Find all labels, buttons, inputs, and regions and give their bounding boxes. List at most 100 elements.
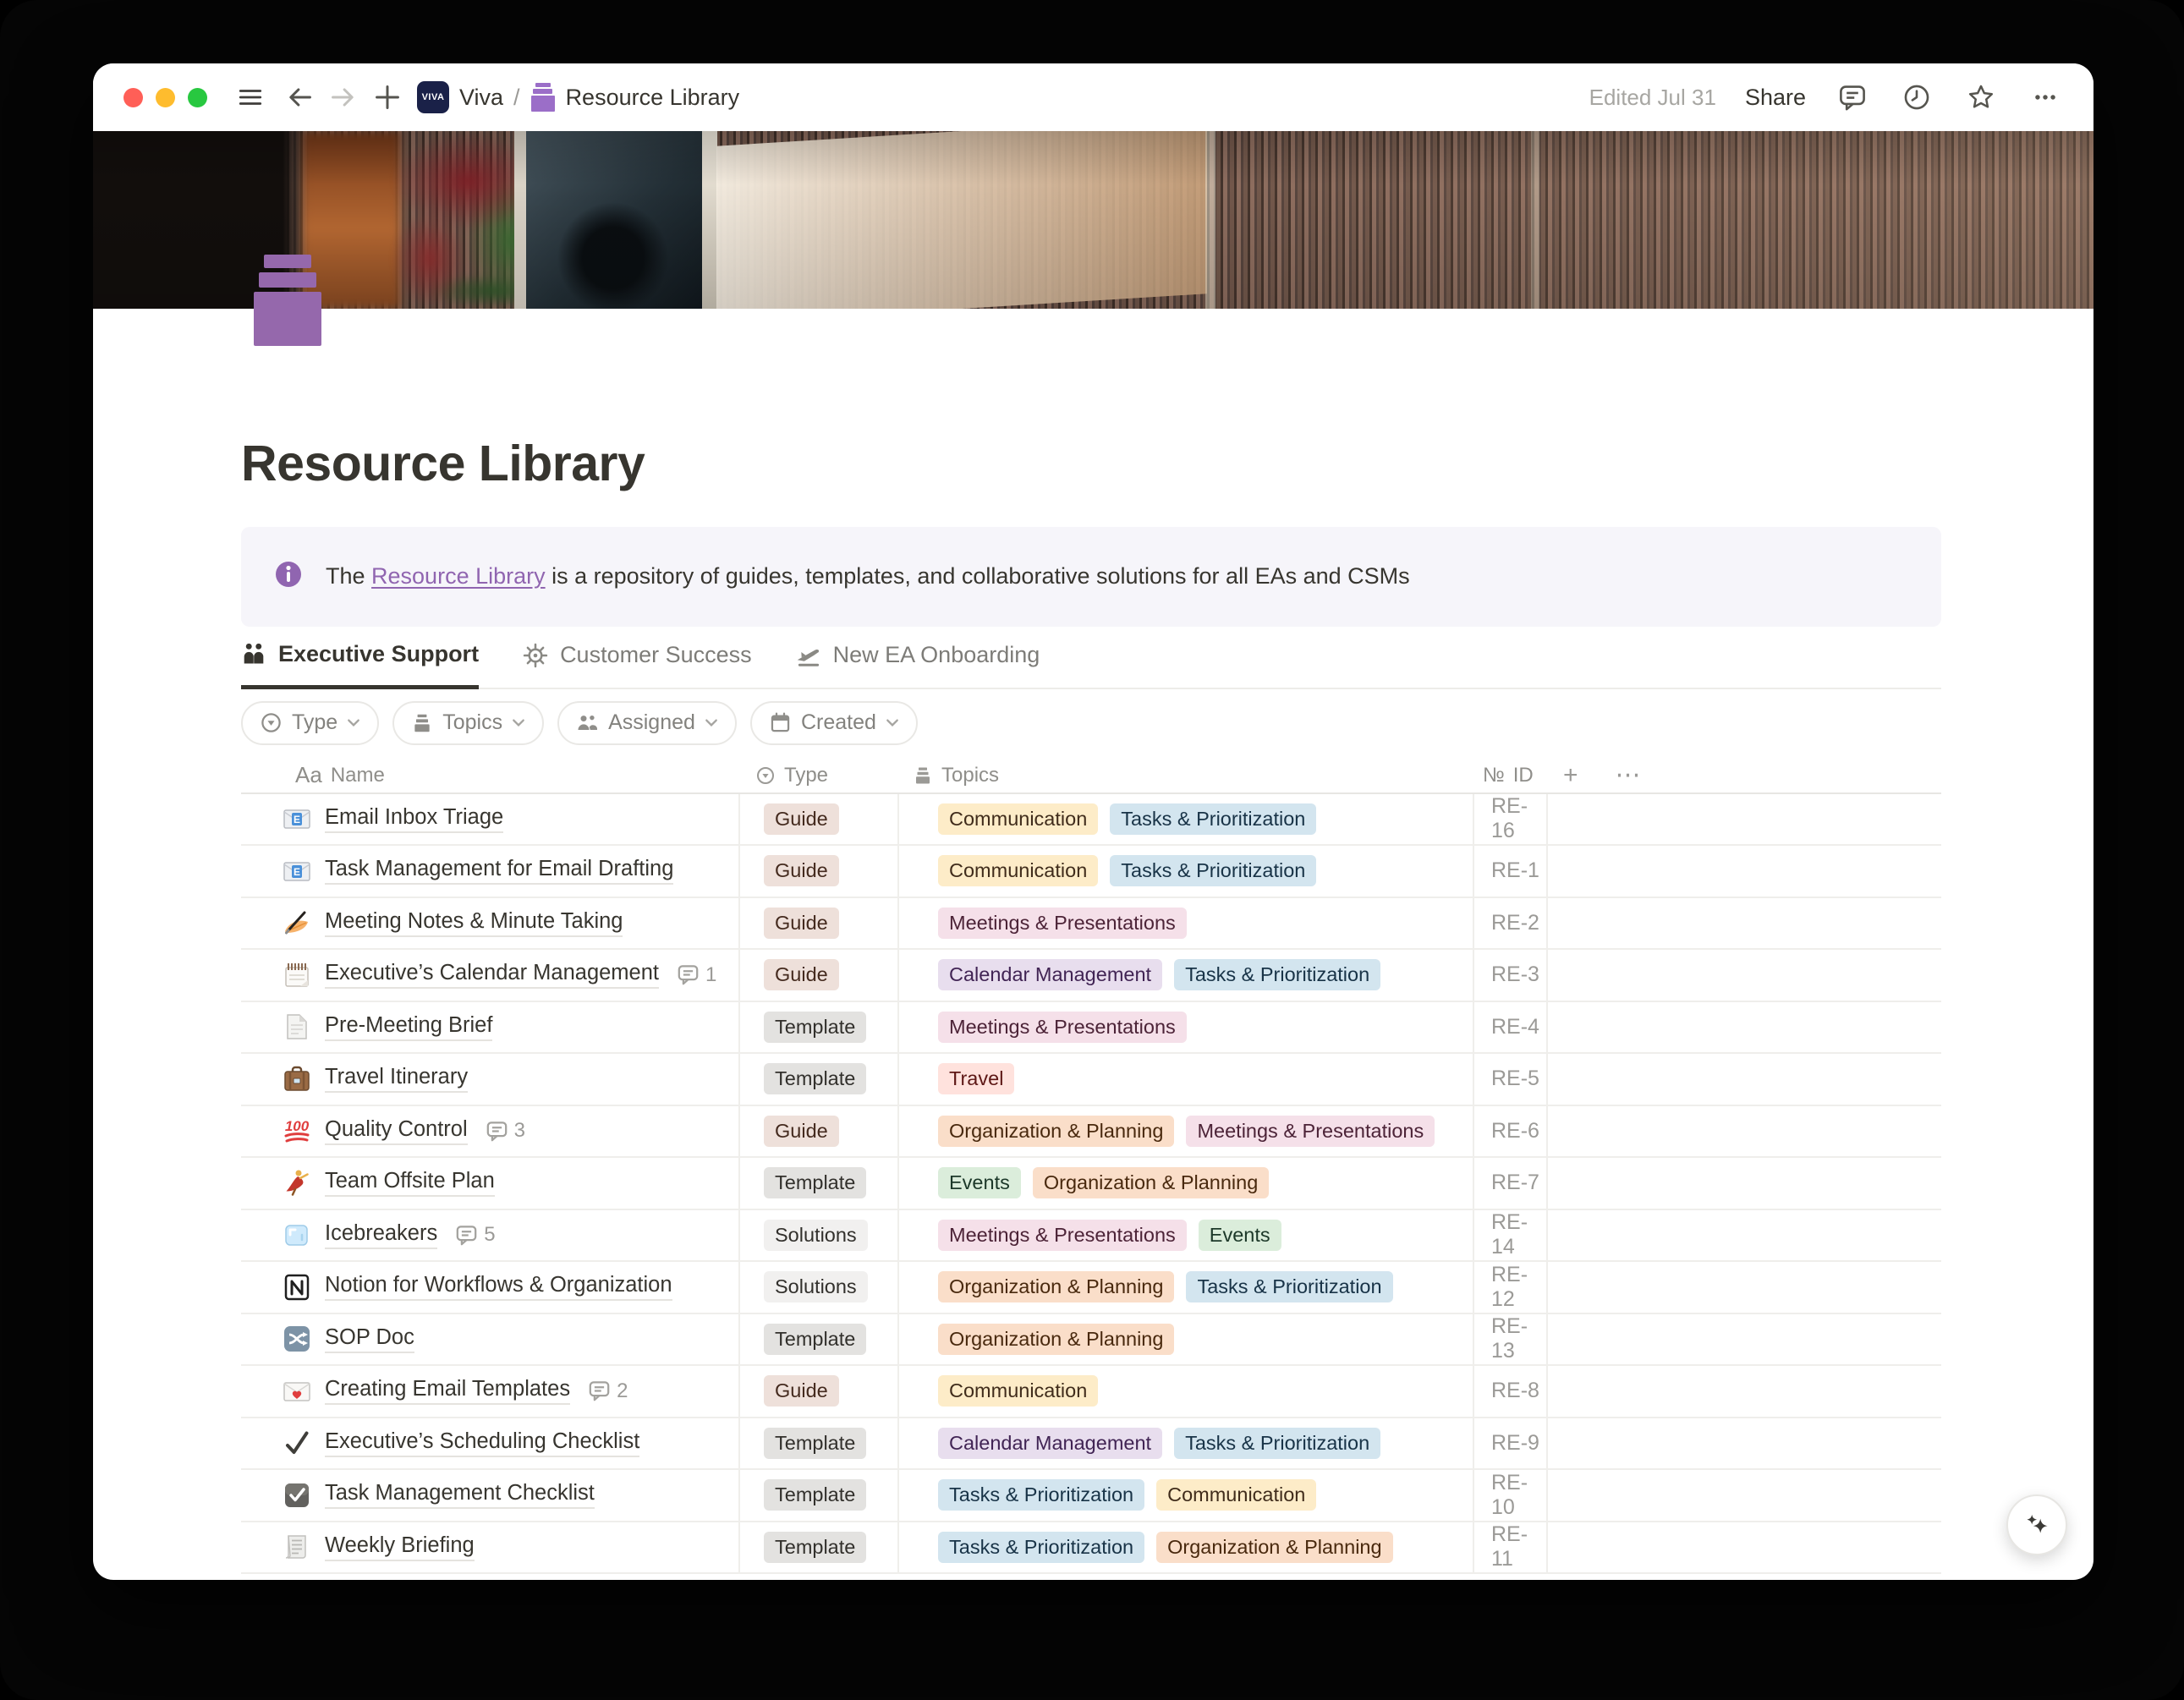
favorite-star-icon[interactable] <box>1963 80 1999 115</box>
column-header-topics[interactable]: Topics <box>899 764 1474 787</box>
type-badge[interactable]: Template <box>764 1012 866 1043</box>
table-row[interactable]: Pre-Meeting Brief Template Meetings & Pr… <box>241 1002 1941 1055</box>
topic-chip[interactable]: Meetings & Presentations <box>938 1220 1187 1251</box>
topic-chip[interactable]: Calendar Management <box>938 1428 1162 1459</box>
zoom-window-button[interactable] <box>188 88 207 107</box>
type-badge[interactable]: Template <box>764 1324 866 1355</box>
page-icon-archive[interactable] <box>254 255 321 346</box>
table-row[interactable]: Team Offsite Plan Template Events Organi… <box>241 1158 1941 1210</box>
topic-chip[interactable]: Tasks & Prioritization <box>1174 1428 1380 1459</box>
table-row[interactable]: E Email Inbox Triage Guide Communication… <box>241 794 1941 847</box>
topic-chip[interactable]: Communication <box>938 803 1098 835</box>
comment-count[interactable]: 2 <box>588 1379 628 1403</box>
page-link[interactable]: Task Management Checklist <box>325 1481 595 1509</box>
type-badge[interactable]: Template <box>764 1167 866 1198</box>
page-link[interactable]: SOP Doc <box>325 1325 414 1353</box>
topic-chip[interactable]: Travel <box>938 1063 1014 1094</box>
type-badge[interactable]: Guide <box>764 1116 839 1147</box>
table-more-button[interactable]: ⋯ <box>1616 760 1641 790</box>
topic-chip[interactable]: Organization & Planning <box>938 1116 1174 1147</box>
column-header-type[interactable]: Type <box>740 764 899 787</box>
type-badge[interactable]: Guide <box>764 959 839 990</box>
comment-count[interactable]: 1 <box>677 963 716 987</box>
table-row[interactable]: Executive’s Calendar Management 1 Guide … <box>241 950 1941 1002</box>
tab-customer-success[interactable]: Customer Success <box>523 637 752 688</box>
more-options-icon[interactable] <box>2028 80 2063 115</box>
ai-assistant-button[interactable] <box>2006 1494 2067 1555</box>
table-row[interactable]: E Task Management for Email Drafting Gui… <box>241 846 1941 898</box>
topic-chip[interactable]: Tasks & Prioritization <box>1186 1271 1392 1302</box>
topic-chip[interactable]: Organization & Planning <box>1156 1532 1392 1563</box>
comments-icon[interactable] <box>1835 80 1870 115</box>
filter-created[interactable]: Created <box>750 701 918 745</box>
filter-topics[interactable]: Topics <box>392 701 544 745</box>
table-row[interactable]: Weekly Briefing Template Tasks & Priorit… <box>241 1522 1941 1575</box>
topic-chip[interactable]: Calendar Management <box>938 959 1162 990</box>
topic-chip[interactable]: Tasks & Prioritization <box>1110 855 1316 886</box>
history-icon[interactable] <box>1899 80 1934 115</box>
filter-type[interactable]: Type <box>241 701 379 745</box>
topic-chip[interactable]: Communication <box>938 855 1098 886</box>
table-row[interactable]: 100 Quality Control 3 Guide Organization… <box>241 1106 1941 1159</box>
page-link[interactable]: Team Offsite Plan <box>325 1169 495 1197</box>
type-badge[interactable]: Template <box>764 1063 866 1094</box>
callout-page-link[interactable]: Resource Library <box>371 563 546 589</box>
column-header-name[interactable]: AaName <box>241 762 740 788</box>
topic-chip[interactable]: Tasks & Prioritization <box>938 1479 1144 1511</box>
table-row[interactable]: Travel Itinerary Template Travel RE-5 <box>241 1054 1941 1106</box>
topic-chip[interactable]: Events <box>938 1167 1021 1198</box>
page-link[interactable]: Travel Itinerary <box>325 1065 468 1093</box>
table-row[interactable]: Notion for Workflows & Organization Solu… <box>241 1262 1941 1314</box>
type-badge[interactable]: Guide <box>764 803 839 835</box>
share-button[interactable]: Share <box>1745 85 1806 111</box>
table-row[interactable]: Task Management Checklist Template Tasks… <box>241 1470 1941 1522</box>
type-badge[interactable]: Template <box>764 1428 866 1459</box>
type-badge[interactable]: Solutions <box>764 1271 868 1302</box>
topic-chip[interactable]: Events <box>1199 1220 1281 1251</box>
topic-chip[interactable]: Communication <box>1156 1479 1316 1511</box>
page-link[interactable]: Task Management for Email Drafting <box>325 857 673 885</box>
table-row[interactable]: Creating Email Templates 2 Guide Communi… <box>241 1366 1941 1418</box>
topic-chip[interactable]: Meetings & Presentations <box>1186 1116 1435 1147</box>
page-link[interactable]: Pre-Meeting Brief <box>325 1013 492 1041</box>
topic-chip[interactable]: Meetings & Presentations <box>938 1012 1187 1043</box>
type-badge[interactable]: Guide <box>764 908 839 939</box>
page-link[interactable]: Executive’s Calendar Management <box>325 961 659 989</box>
column-header-id[interactable]: №ID <box>1474 764 1548 787</box>
tab-new-ea-onboarding[interactable]: New EA Onboarding <box>796 637 1040 688</box>
topic-chip[interactable]: Tasks & Prioritization <box>1110 803 1316 835</box>
breadcrumb-workspace[interactable]: Viva <box>459 85 503 111</box>
type-badge[interactable]: Guide <box>764 855 839 886</box>
close-window-button[interactable] <box>123 88 143 107</box>
comment-count[interactable]: 3 <box>486 1119 525 1143</box>
table-row[interactable]: Executive’s Scheduling Checklist Templat… <box>241 1418 1941 1471</box>
type-badge[interactable]: Template <box>764 1532 866 1563</box>
page-link[interactable]: Creating Email Templates <box>325 1377 570 1405</box>
page-link[interactable]: Email Inbox Triage <box>325 805 503 833</box>
back-icon[interactable] <box>282 80 317 115</box>
tab-executive-support[interactable]: Executive Support <box>241 637 479 689</box>
topic-chip[interactable]: Organization & Planning <box>938 1271 1174 1302</box>
topic-chip[interactable]: Tasks & Prioritization <box>938 1532 1144 1563</box>
type-badge[interactable]: Solutions <box>764 1220 868 1251</box>
filter-assigned[interactable]: Assigned <box>557 701 737 745</box>
page-link[interactable]: Executive’s Scheduling Checklist <box>325 1429 639 1457</box>
table-row[interactable]: Icebreakers 5 Solutions Meetings & Prese… <box>241 1210 1941 1263</box>
breadcrumb-page[interactable]: Resource Library <box>566 85 740 111</box>
comment-count[interactable]: 5 <box>455 1223 495 1247</box>
table-row[interactable]: SOP Doc Template Organization & Planning… <box>241 1314 1941 1367</box>
sidebar-menu-icon[interactable] <box>233 80 268 115</box>
add-column-button[interactable]: + <box>1563 761 1578 790</box>
topic-chip[interactable]: Organization & Planning <box>1033 1167 1269 1198</box>
topic-chip[interactable]: Communication <box>938 1375 1098 1407</box>
page-link[interactable]: Notion for Workflows & Organization <box>325 1273 672 1301</box>
type-badge[interactable]: Guide <box>764 1375 839 1407</box>
page-link[interactable]: Quality Control <box>325 1117 468 1145</box>
page-link[interactable]: Meeting Notes & Minute Taking <box>325 909 623 937</box>
minimize-window-button[interactable] <box>156 88 175 107</box>
table-row[interactable]: Meeting Notes & Minute Taking Guide Meet… <box>241 898 1941 951</box>
topic-chip[interactable]: Meetings & Presentations <box>938 908 1187 939</box>
cover-image[interactable] <box>93 131 2093 309</box>
page-link[interactable]: Weekly Briefing <box>325 1533 475 1561</box>
topic-chip[interactable]: Organization & Planning <box>938 1324 1174 1355</box>
